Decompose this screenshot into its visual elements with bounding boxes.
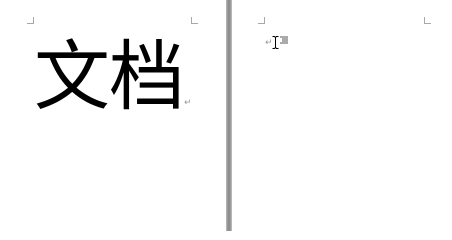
document-page-2[interactable]: ↵ <box>232 0 452 231</box>
text-ibeam-cursor-icon <box>272 36 279 49</box>
document-text[interactable]: 文档 <box>34 34 185 120</box>
page-corner-mark-top-left <box>27 17 34 24</box>
format-hint-icon <box>280 36 288 44</box>
document-page-1[interactable]: 文档 ↵ <box>0 0 226 231</box>
page-corner-mark-top-left <box>258 17 265 24</box>
paragraph-mark: ↵ <box>184 98 192 108</box>
page-corner-mark-top-right <box>191 17 198 24</box>
page-corner-mark-top-right <box>424 17 431 24</box>
